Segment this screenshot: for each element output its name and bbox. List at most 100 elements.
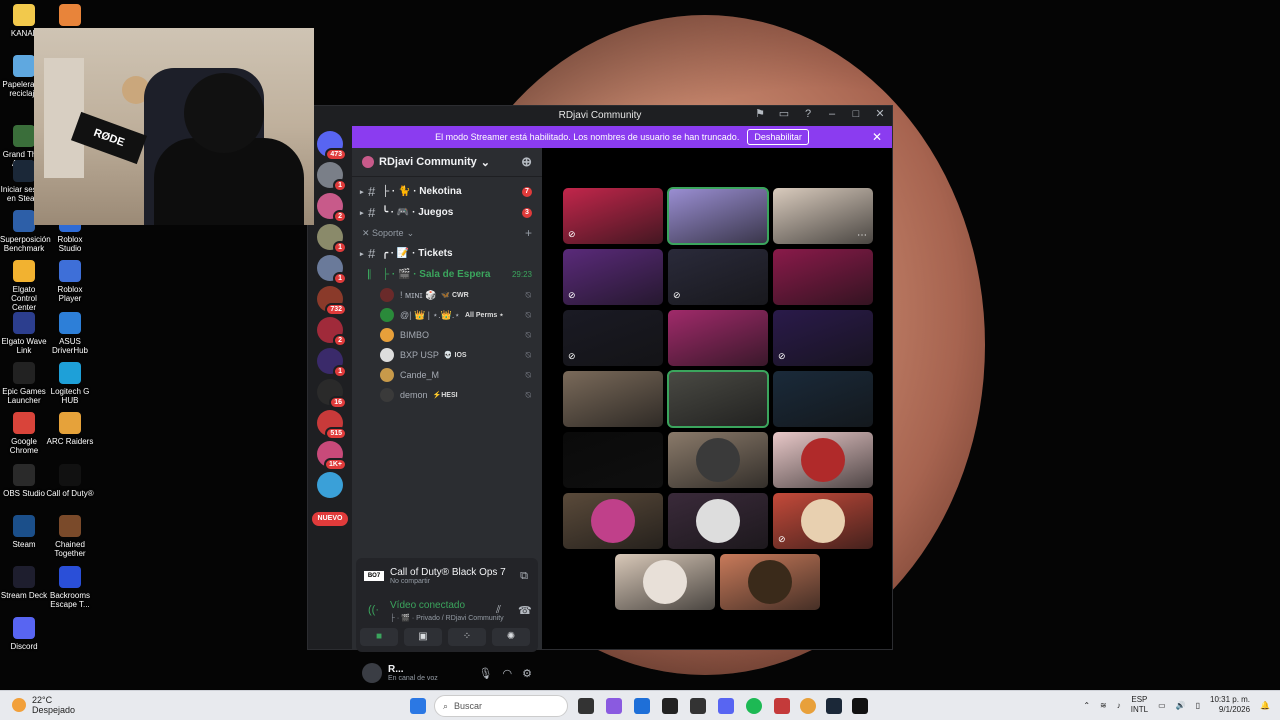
- desktop-icon[interactable]: Chained Together: [46, 515, 94, 558]
- video-tile[interactable]: [720, 554, 820, 610]
- video-tile[interactable]: ⋯: [773, 188, 873, 244]
- microphone-icon[interactable]: 🎙: [479, 667, 493, 680]
- server-icon[interactable]: 1: [317, 255, 347, 285]
- video-tile[interactable]: ⊘: [668, 249, 768, 305]
- wifi-icon[interactable]: ≋: [1100, 701, 1107, 710]
- copilot-icon[interactable]: [606, 698, 622, 714]
- category-support[interactable]: ✕ Soporte ⌄ +: [352, 223, 542, 243]
- store-icon[interactable]: [634, 698, 650, 714]
- channel-item[interactable]: ▸ # ╰ · 🎮 · Juegos 3: [352, 202, 542, 223]
- video-tile[interactable]: [667, 187, 769, 245]
- help-icon[interactable]: ?: [802, 108, 814, 120]
- server-icon[interactable]: [317, 472, 343, 498]
- voice-user[interactable]: Cande_M ⍉: [352, 365, 542, 385]
- search-box[interactable]: ⌕ Buscar: [434, 695, 568, 717]
- voice-user[interactable]: BXP USP 💀 IOS ⍉: [352, 345, 542, 365]
- steam-icon[interactable]: [826, 698, 842, 714]
- desktop-icon[interactable]: Call of Duty®: [46, 464, 94, 498]
- weather-widget[interactable]: 22°C Despejado: [12, 695, 75, 715]
- server-icon[interactable]: 1: [317, 224, 347, 254]
- desktop-icon[interactable]: Epic Games Launcher: [0, 362, 48, 405]
- desktop-icon[interactable]: OBS Studio: [0, 464, 48, 498]
- server-icon[interactable]: 473: [317, 131, 347, 161]
- desktop-icon[interactable]: ASUS DriverHub: [46, 312, 94, 355]
- gear-icon[interactable]: ⚙: [522, 667, 532, 680]
- mic-tray-icon[interactable]: ♪: [1117, 701, 1121, 710]
- windows-start-icon[interactable]: [410, 698, 426, 714]
- language-indicator[interactable]: ESP INTL: [1131, 695, 1148, 715]
- video-tile[interactable]: ⊘: [773, 493, 873, 549]
- voice-user[interactable]: @| 👑 | ⋆.👑.⋆ All Perms ⋆ ⍉: [352, 305, 542, 325]
- server-icon[interactable]: 2: [317, 317, 347, 347]
- app-icon[interactable]: [774, 698, 790, 714]
- video-tile[interactable]: [668, 432, 768, 488]
- voice-channel-sala[interactable]: 𝄃 ├ · 🎬 · Sala de Espera 29:23: [352, 264, 542, 285]
- volume-icon[interactable]: 🔊: [1176, 701, 1186, 710]
- voice-user[interactable]: ELEGANTE⍉: [352, 405, 542, 407]
- desktop-icon[interactable]: Discord: [0, 617, 48, 651]
- server-icon[interactable]: 1: [317, 348, 347, 378]
- maximize-button[interactable]: □: [850, 108, 862, 120]
- close-button[interactable]: ✕: [874, 108, 886, 120]
- server-icon[interactable]: 16: [317, 379, 347, 409]
- chrome-icon[interactable]: [800, 698, 816, 714]
- server-icon[interactable]: 1: [317, 162, 347, 192]
- desktop-icon[interactable]: Elgato Control Center: [0, 260, 48, 312]
- clock[interactable]: 10:31 p. m. 9/1/2026: [1210, 695, 1250, 715]
- avatar[interactable]: [362, 663, 382, 683]
- screen-icon[interactable]: ▭: [778, 108, 790, 120]
- display-icon[interactable]: ▭: [1158, 701, 1166, 710]
- desktop-icon[interactable]: Backrooms Escape T...: [46, 566, 94, 609]
- server-icon[interactable]: 2: [317, 193, 347, 223]
- notifications-icon[interactable]: 🔔: [1260, 701, 1270, 710]
- desktop-icon[interactable]: Steam: [0, 515, 48, 549]
- channel-item[interactable]: ▸ # ├ · 🐈 · Nekotina 7: [352, 181, 542, 202]
- voice-user[interactable]: BIMBO ⍉: [352, 325, 542, 345]
- battery-icon[interactable]: ▯: [1196, 701, 1200, 710]
- video-tile[interactable]: [667, 370, 769, 428]
- desktop-icon[interactable]: Roblox Player: [46, 260, 94, 303]
- soundboard-button[interactable]: ✺: [492, 628, 530, 646]
- video-tile[interactable]: [773, 249, 873, 305]
- video-tile[interactable]: [615, 554, 715, 610]
- server-icon[interactable]: 515: [317, 410, 347, 440]
- inbox-flag-icon[interactable]: ⚑: [754, 108, 766, 120]
- noise-suppression-icon[interactable]: ⫽: [496, 604, 501, 617]
- video-tile[interactable]: [668, 310, 768, 366]
- add-channel-icon[interactable]: +: [525, 226, 532, 240]
- screen-share-button[interactable]: ▣: [404, 628, 442, 646]
- disconnect-icon[interactable]: ☎: [518, 604, 532, 617]
- desktop-icon[interactable]: Google Chrome: [0, 412, 48, 455]
- guild-header[interactable]: RDjavi Community ⌄ ⊕: [352, 148, 542, 177]
- desktop-icon[interactable]: ARC Raiders: [46, 412, 94, 446]
- server-icon[interactable]: 1K+: [317, 441, 347, 471]
- add-member-icon[interactable]: ⊕: [521, 154, 532, 170]
- discord-taskbar-icon[interactable]: [718, 698, 734, 714]
- more-options-icon[interactable]: ⋯: [857, 230, 867, 241]
- desktop-icon[interactable]: Logitech G HUB: [46, 362, 94, 405]
- spotify-icon[interactable]: [746, 698, 762, 714]
- desktop-icon[interactable]: [46, 4, 94, 29]
- voice-user[interactable]: demon ⚡HESI ⍉: [352, 385, 542, 405]
- video-tile[interactable]: ⊘: [563, 310, 663, 366]
- minimize-button[interactable]: –: [826, 108, 838, 120]
- video-tile[interactable]: ⊘: [563, 188, 663, 244]
- video-tile[interactable]: [563, 432, 663, 488]
- channel-tickets[interactable]: ▸ # ╭ · 📝 · Tickets: [352, 243, 542, 264]
- close-banner-icon[interactable]: ✕: [872, 130, 882, 144]
- obs-icon[interactable]: [690, 698, 706, 714]
- task-view-icon[interactable]: [578, 698, 594, 714]
- video-tile[interactable]: ⊘: [563, 249, 663, 305]
- desktop-icon[interactable]: Stream Deck: [0, 566, 48, 600]
- terminal-icon[interactable]: [662, 698, 678, 714]
- video-tile[interactable]: [563, 493, 663, 549]
- camera-button[interactable]: ■: [360, 628, 398, 646]
- share-screen-icon[interactable]: ⧉: [520, 570, 528, 583]
- video-tile[interactable]: [773, 371, 873, 427]
- voice-user[interactable]: ! ᴍɪɴɪ 🎲 🦋 CWR ⍉: [352, 285, 542, 305]
- activities-button[interactable]: ⁘: [448, 628, 486, 646]
- disable-streamer-button[interactable]: Deshabilitar: [747, 129, 809, 145]
- video-tile[interactable]: ⊘: [773, 310, 873, 366]
- server-icon[interactable]: 732: [317, 286, 347, 316]
- video-tile[interactable]: [563, 371, 663, 427]
